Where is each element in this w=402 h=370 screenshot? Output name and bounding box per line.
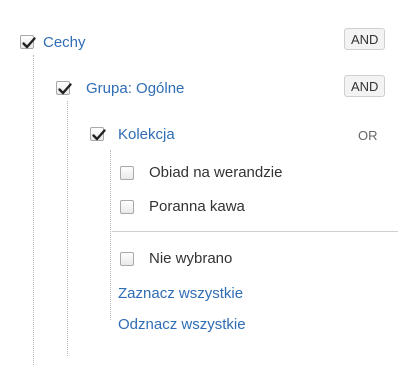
cechy-checkbox[interactable] <box>20 35 36 49</box>
option-obiad-na-werandzie[interactable]: Obiad na werandzie <box>120 163 370 185</box>
deselect-all-link[interactable]: Odznacz wszystkie <box>118 316 246 333</box>
nie-wybrano-label[interactable]: Nie wybrano <box>149 250 232 267</box>
checkmark-icon <box>22 37 36 49</box>
poranna-label[interactable]: Poranna kawa <box>149 198 245 215</box>
tree-guide-root <box>33 55 34 365</box>
kolekcja-operator-label[interactable]: OR <box>358 128 378 143</box>
checkmark-icon <box>92 129 106 141</box>
tree-node-cechy[interactable]: Cechy <box>20 32 390 56</box>
option-poranna-kawa[interactable]: Poranna kawa <box>120 197 370 219</box>
checkmark-icon <box>58 83 72 95</box>
grupa-label[interactable]: Grupa: Ogólne <box>86 80 184 97</box>
grupa-operator-button[interactable]: AND <box>344 75 386 97</box>
tree-node-kolekcja[interactable]: Kolekcja <box>90 124 330 148</box>
kolekcja-label[interactable]: Kolekcja <box>118 126 175 143</box>
kolekcja-checkbox[interactable] <box>90 127 106 141</box>
option-nie-wybrano[interactable]: Nie wybrano <box>120 249 370 271</box>
cechy-operator-button[interactable]: AND <box>344 28 386 50</box>
nie-wybrano-checkbox[interactable] <box>120 252 134 266</box>
options-separator <box>112 231 398 232</box>
cechy-label[interactable]: Cechy <box>43 34 86 51</box>
tree-guide-group <box>67 101 68 356</box>
obiad-label[interactable]: Obiad na werandzie <box>149 164 282 181</box>
obiad-checkbox[interactable] <box>120 166 134 180</box>
tree-guide-collection <box>110 150 111 320</box>
poranna-checkbox[interactable] <box>120 200 134 214</box>
tree-node-grupa-ogolne[interactable]: Grupa: Ogólne <box>56 78 336 102</box>
grupa-checkbox[interactable] <box>56 81 72 95</box>
select-all-link[interactable]: Zaznacz wszystkie <box>118 285 243 302</box>
